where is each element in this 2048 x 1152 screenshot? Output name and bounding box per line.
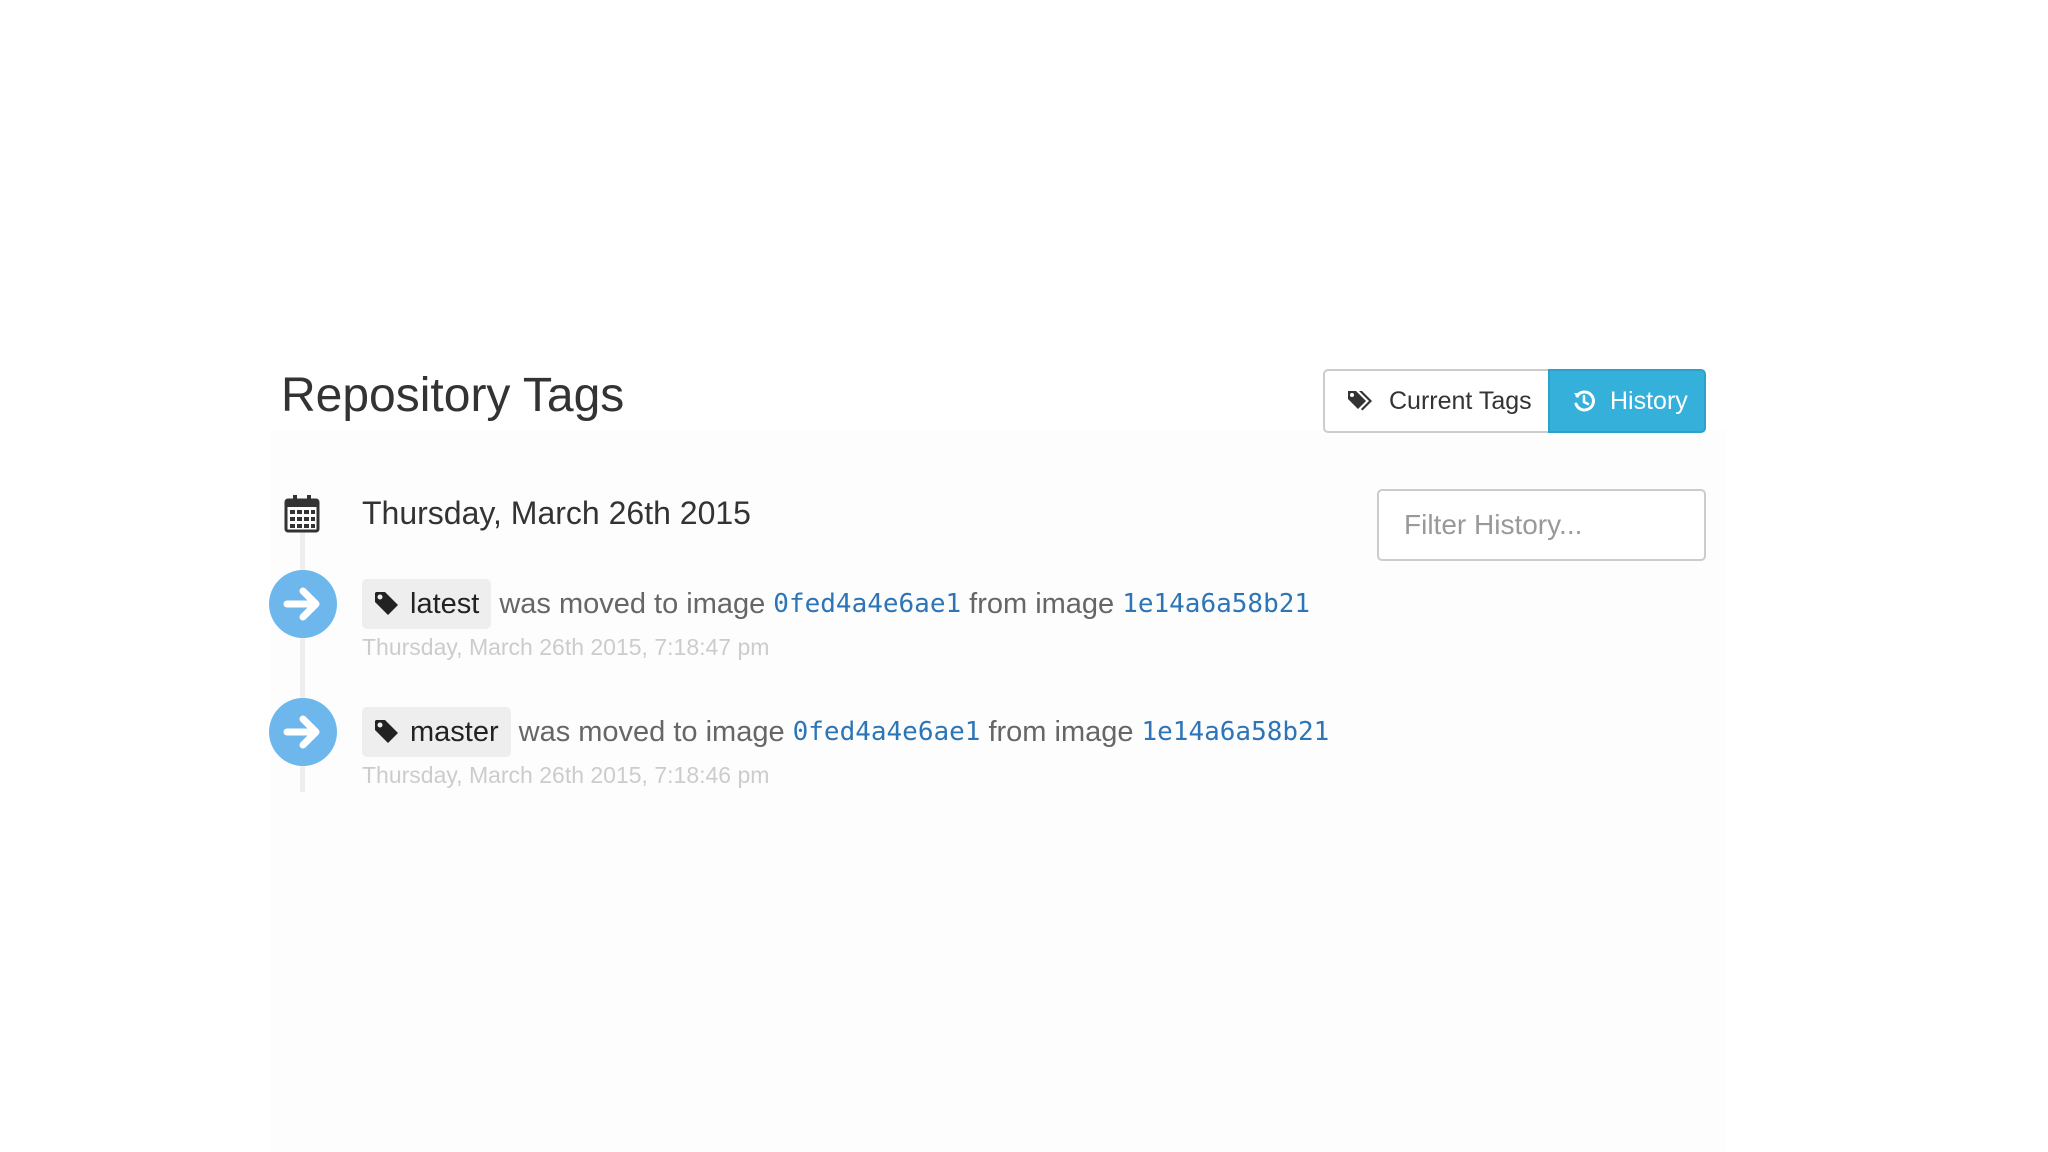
history-button[interactable]: History: [1548, 369, 1706, 433]
entry-from-text: from image: [969, 587, 1115, 620]
from-image-link[interactable]: 1e14a6a58b21: [1122, 589, 1310, 619]
tag-name: master: [410, 715, 499, 748]
tag-badge[interactable]: master: [362, 707, 511, 757]
to-image-link[interactable]: 0fed4a4e6ae1: [773, 589, 961, 619]
tag-icon: [374, 719, 400, 745]
tag-name: latest: [410, 587, 480, 620]
page-title: Repository Tags: [281, 369, 625, 422]
arrow-right-icon: [269, 570, 337, 638]
view-toggle-group: Current Tags History: [1323, 369, 1706, 433]
history-label: History: [1610, 386, 1688, 415]
from-image-link[interactable]: 1e14a6a58b21: [1142, 717, 1330, 747]
tag-badge[interactable]: latest: [362, 579, 492, 629]
to-image-link[interactable]: 0fed4a4e6ae1: [793, 717, 981, 747]
entry-timestamp: Thursday, March 26th 2015, 7:18:46 pm: [362, 762, 770, 788]
history-date-heading: Thursday, March 26th 2015: [362, 495, 751, 531]
history-entry: master was moved to image 0fed4a4e6ae1 f…: [362, 707, 1337, 757]
entry-action-text: was moved to image: [499, 587, 766, 620]
entry-action-text: was moved to image: [518, 715, 785, 748]
entry-from-text: from image: [988, 715, 1134, 748]
filter-history-input[interactable]: [1377, 489, 1706, 561]
tag-icon: [374, 591, 400, 617]
current-tags-button[interactable]: Current Tags: [1323, 369, 1548, 433]
arrow-right-icon: [269, 698, 337, 766]
calendar-icon: [284, 495, 320, 533]
entry-timestamp: Thursday, March 26th 2015, 7:18:47 pm: [362, 634, 770, 660]
tags-icon: [1347, 389, 1375, 413]
history-entry: latest was moved to image 0fed4a4e6ae1 f…: [362, 579, 1318, 629]
history-icon: [1572, 389, 1596, 413]
current-tags-label: Current Tags: [1389, 386, 1532, 415]
